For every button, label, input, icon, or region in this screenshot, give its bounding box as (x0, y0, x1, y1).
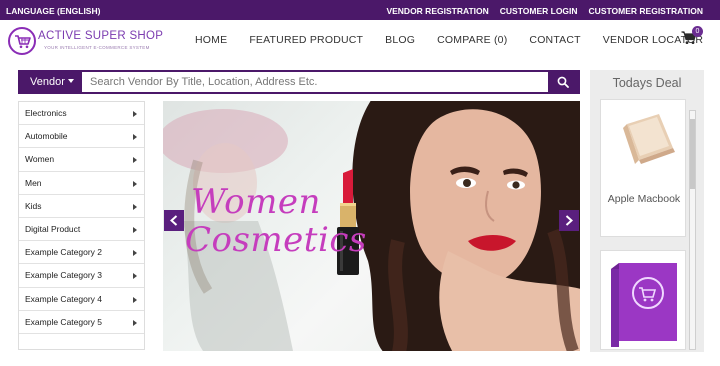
search-icon (557, 76, 569, 88)
category-item[interactable]: Automobile (19, 125, 144, 149)
chevron-right-icon (133, 319, 137, 326)
banner-headline-line2: Cosmetics (185, 220, 367, 260)
nav-featured-product[interactable]: FEATURED PRODUCT (249, 34, 363, 46)
chevron-right-icon (133, 134, 137, 141)
category-item[interactable]: Example Category 3 (19, 264, 144, 288)
category-sidebar: Electronics Automobile Women Men Kids Di… (18, 101, 145, 350)
nav-contact[interactable]: CONTACT (529, 34, 580, 46)
language-selector[interactable]: LANGUAGE (ENGLISH) (6, 6, 100, 16)
category-label: Example Category 5 (25, 316, 103, 327)
category-item[interactable]: Digital Product (19, 218, 144, 242)
header: ACTIVE SUPER SHOP YOUR INTELLIGENT E-COM… (0, 20, 720, 64)
category-label: Digital Product (25, 223, 81, 234)
deal-product-card[interactable]: Apple Macbook (600, 99, 686, 237)
nav-blog[interactable]: BLOG (385, 34, 415, 46)
deal-product-card[interactable] (600, 250, 686, 350)
deal-scrollbar[interactable] (689, 110, 696, 350)
nav-home[interactable]: HOME (195, 34, 227, 46)
category-label: Example Category 3 (25, 270, 103, 281)
category-label: Kids (25, 200, 42, 211)
category-label: Automobile (25, 131, 68, 142)
todays-deal-panel: Todays Deal Apple Macbook (590, 70, 704, 352)
vendor-dropdown[interactable]: Vendor (20, 72, 82, 92)
chevron-right-icon (133, 203, 137, 210)
search-input[interactable] (90, 73, 542, 91)
category-label: Women (25, 154, 55, 165)
banner-headline: Women Cosmetics (185, 182, 367, 259)
customer-login-link[interactable]: CUSTOMER LOGIN (500, 6, 578, 16)
category-item[interactable]: Kids (19, 195, 144, 218)
main-nav: HOME FEATURED PRODUCT BLOG COMPARE (0) C… (184, 34, 714, 46)
software-box-image (611, 263, 677, 347)
chevron-right-icon (133, 250, 137, 257)
top-links: VENDOR REGISTRATION CUSTOMER LOGIN CUSTO… (386, 6, 703, 16)
nav-compare[interactable]: COMPARE (0) (437, 34, 507, 46)
category-item[interactable]: Example Category 5 (19, 311, 144, 334)
laptop-image (623, 114, 675, 164)
cart-count-badge: 0 (692, 26, 703, 37)
category-item[interactable]: Electronics (19, 102, 144, 126)
category-item[interactable]: Men (19, 172, 144, 195)
scroll-down-arrow-icon[interactable] (690, 343, 695, 349)
caret-down-icon (67, 79, 74, 83)
vendor-registration-link[interactable]: VENDOR REGISTRATION (386, 6, 488, 16)
shopping-cart-icon (8, 27, 36, 55)
chevron-right-icon (133, 111, 137, 117)
chevron-right-icon (133, 226, 137, 233)
todays-deal-title: Todays Deal (612, 76, 682, 90)
logo-title: ACTIVE SUPER SHOP (38, 30, 164, 42)
vendor-dropdown-label: Vendor (30, 76, 65, 88)
category-label: Men (25, 177, 42, 188)
chevron-right-icon (133, 296, 137, 303)
chevron-right-icon (133, 273, 137, 280)
slider-next-button[interactable] (559, 210, 579, 231)
scroll-up-arrow-icon[interactable] (690, 111, 695, 117)
category-item[interactable]: Women (19, 148, 144, 172)
customer-registration-link[interactable]: CUSTOMER REGISTRATION (589, 6, 703, 16)
banner-headline-line1: Women (191, 182, 321, 222)
banner-slider[interactable]: Women Cosmetics (163, 101, 580, 351)
deal-product-name: Apple Macbook (607, 193, 681, 205)
chevron-right-icon (565, 215, 573, 226)
top-bar: LANGUAGE (ENGLISH) VENDOR REGISTRATION C… (0, 0, 720, 20)
banner-model-image (352, 101, 580, 351)
logo-tagline: YOUR INTELLIGENT E-COMMERCE SYSTEM (44, 45, 150, 50)
category-item[interactable]: Example Category 4 (19, 288, 144, 311)
chevron-left-icon (170, 215, 178, 226)
search-button[interactable] (548, 72, 578, 92)
category-label: Electronics (25, 108, 67, 118)
category-label: Example Category 2 (25, 247, 103, 258)
chevron-right-icon (133, 180, 137, 187)
slider-prev-button[interactable] (164, 210, 184, 231)
category-item[interactable]: Example Category 2 (19, 241, 144, 265)
chevron-right-icon (133, 157, 137, 164)
search-bar: Vendor (18, 70, 580, 94)
category-label: Example Category 4 (25, 293, 103, 304)
scrollbar-thumb[interactable] (690, 119, 695, 189)
cart-button[interactable]: 0 (681, 26, 703, 51)
logo[interactable]: ACTIVE SUPER SHOP YOUR INTELLIGENT E-COM… (8, 27, 178, 57)
